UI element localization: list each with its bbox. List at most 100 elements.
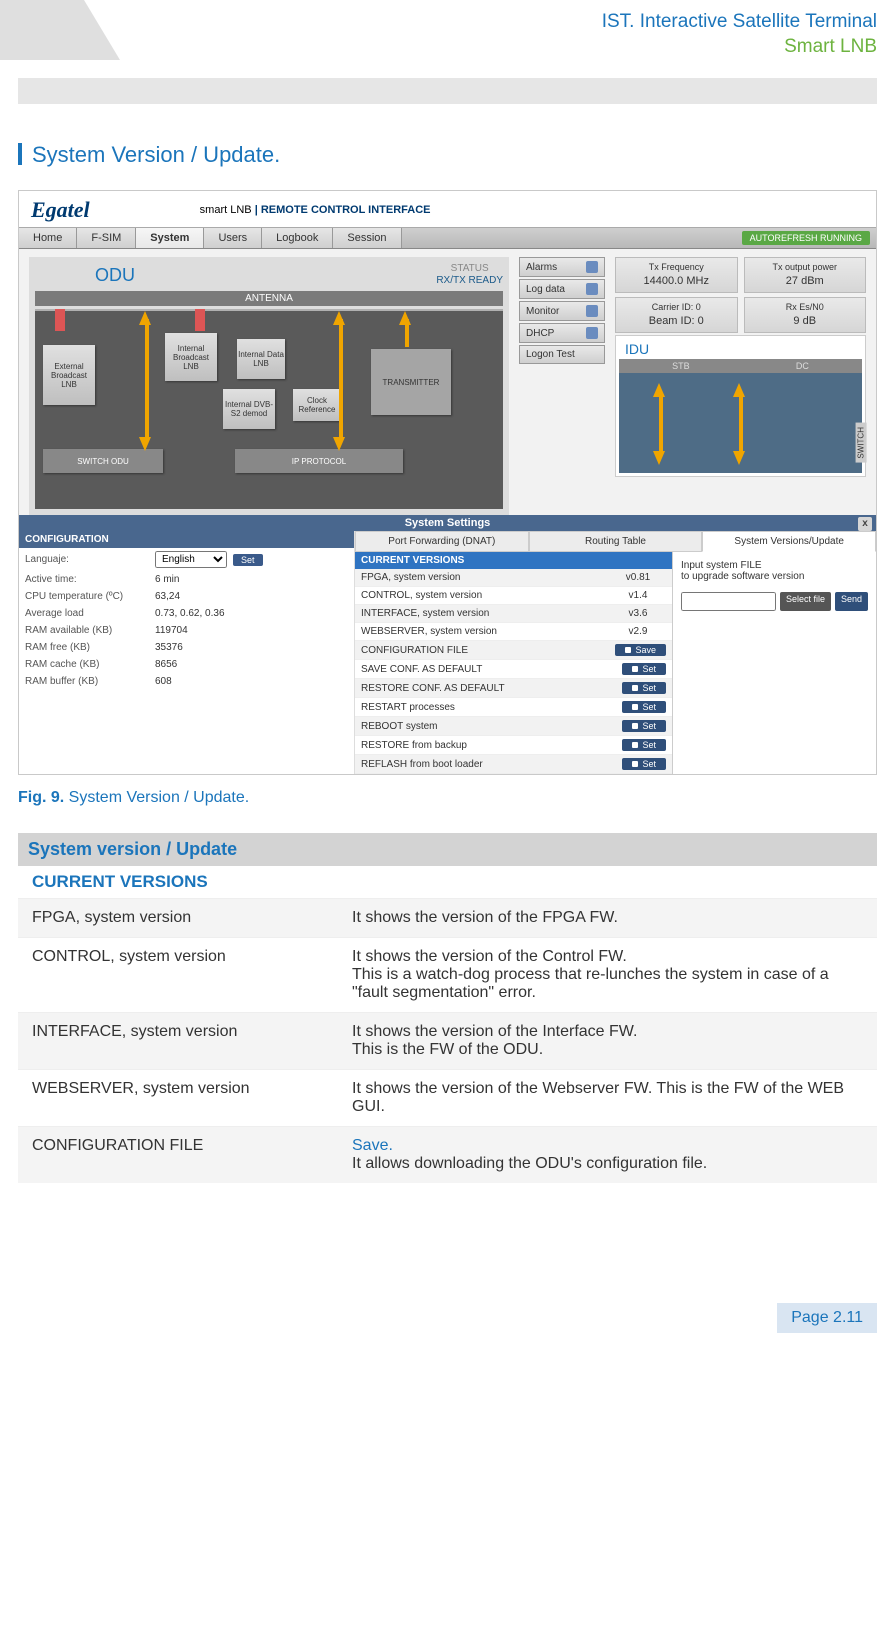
block-int-dvbs2: Internal DVB-S2 demod	[223, 389, 275, 429]
cv-key: INTERFACE, system version	[361, 608, 610, 619]
block-clock-ref: Clock Reference	[293, 389, 341, 421]
cv-value: v2.9	[610, 626, 666, 637]
screenshot-figure: Egatel smart LNB | REMOTE CONTROL INTERF…	[18, 190, 877, 775]
cv-key: SAVE CONF. AS DEFAULT	[361, 664, 622, 675]
tab-fsim[interactable]: F-SIM	[77, 228, 136, 248]
header-slash-graphic	[0, 0, 120, 60]
main-tabs: Home F-SIM System Users Logbook Session …	[19, 227, 876, 249]
def-value: It shows the version of the Control FW.T…	[338, 938, 877, 1013]
upload-line2: to upgrade software version	[681, 571, 868, 582]
subtab-routing-table[interactable]: Routing Table	[529, 531, 703, 552]
brand-sub-a: smart LNB	[200, 204, 252, 216]
brand-logo: Egatel	[31, 197, 90, 223]
btn-monitor[interactable]: Monitor	[519, 301, 605, 321]
status-value: RX/TX READY	[436, 275, 503, 287]
cfg-ram-free-value: 35376	[155, 642, 183, 653]
tab-system[interactable]: System	[136, 228, 204, 248]
btn-dhcp[interactable]: DHCP	[519, 323, 605, 343]
block-ext-lnb: External Broadcast LNB	[43, 345, 95, 405]
subtab-versions-update[interactable]: System Versions/Update	[702, 531, 876, 552]
figure-caption: Fig. 9. System Version / Update.	[18, 789, 877, 807]
cv-action-button[interactable]: Save	[615, 644, 666, 656]
btn-alarms[interactable]: Alarms	[519, 257, 605, 277]
deftable-header2: CURRENT VERSIONS	[18, 866, 877, 899]
header-rule	[18, 78, 877, 104]
def-value: It shows the version of the Interface FW…	[338, 1013, 877, 1070]
rx-rf-chip	[55, 309, 65, 331]
block-int-bcast-lnb: Internal Broadcast LNB	[165, 333, 217, 381]
tab-logbook[interactable]: Logbook	[262, 228, 333, 248]
cv-key: RESTORE from backup	[361, 740, 622, 751]
block-ip-protocol: IP PROTOCOL	[235, 449, 403, 473]
cv-action-button[interactable]: Set	[622, 701, 666, 713]
language-set-button[interactable]: Set	[233, 554, 263, 566]
stat-carrier-beam: Carrier ID: 0Beam ID: 0	[615, 297, 738, 333]
brand-sub-b: | REMOTE CONTROL INTERFACE	[252, 204, 431, 216]
cfg-cpu-temp-value: 63,24	[155, 591, 180, 602]
cv-action-button[interactable]: Set	[622, 663, 666, 675]
alarms-icon	[586, 261, 598, 273]
cv-key: RESTART processes	[361, 702, 622, 713]
cv-key: REBOOT system	[361, 721, 622, 732]
cv-action-button[interactable]: Set	[622, 758, 666, 770]
cfg-cpu-temp-label: CPU temperature (ºC)	[25, 591, 155, 602]
language-select[interactable]: English	[155, 551, 227, 568]
cfg-active-time-value: 6 min	[155, 574, 179, 585]
deftable-header1: System version / Update	[18, 833, 877, 866]
idu-panel: IDU STBDC SWITCH	[615, 335, 866, 477]
cv-action-button[interactable]: Set	[622, 720, 666, 732]
cfg-active-time-label: Active time:	[25, 574, 155, 585]
stat-tx-power: Tx output power27 dBm	[744, 257, 867, 293]
odu-title: ODU	[95, 265, 135, 286]
tab-home[interactable]: Home	[19, 228, 77, 248]
system-settings-header: System Settings x	[19, 515, 876, 531]
select-file-button[interactable]: Select file	[780, 592, 831, 611]
antenna-bar: ANTENNA	[35, 291, 503, 306]
idu-col-stb: STB	[672, 361, 690, 371]
status-label: STATUS	[436, 263, 503, 275]
cv-value: v1.4	[610, 590, 666, 601]
cfg-ram-avail-value: 119704	[155, 625, 188, 636]
stat-tx-freq: Tx Frequency14400.0 MHz	[615, 257, 738, 293]
header-line-1: IST. Interactive Satellite Terminal	[602, 10, 877, 35]
cv-value: v0.81	[610, 572, 666, 583]
current-versions-header: CURRENT VERSIONS	[355, 552, 672, 569]
def-key: INTERFACE, system version	[18, 1013, 338, 1070]
odu-panel: ODU STATUS RX/TX READY ANTENNA External …	[29, 257, 509, 515]
doc-header: IST. Interactive Satellite Terminal Smar…	[18, 0, 877, 70]
btn-logontest[interactable]: Logon Test	[519, 345, 605, 364]
subtab-port-forwarding[interactable]: Port Forwarding (DNAT)	[355, 531, 529, 552]
send-button[interactable]: Send	[835, 592, 868, 611]
section-title: System Version / Update.	[18, 142, 877, 168]
cv-action-button[interactable]: Set	[622, 739, 666, 751]
block-int-data-lnb: Internal Data LNB	[237, 339, 285, 379]
cv-key: REFLASH from boot loader	[361, 759, 622, 770]
cfg-ram-free-label: RAM free (KB)	[25, 642, 155, 653]
upload-line1: Input system FILE	[681, 560, 868, 571]
btn-logdata[interactable]: Log data	[519, 279, 605, 299]
upload-file-input[interactable]	[681, 592, 776, 611]
close-icon[interactable]: x	[858, 517, 872, 531]
tab-users[interactable]: Users	[204, 228, 262, 248]
cfg-ram-buffer-value: 608	[155, 676, 172, 687]
cv-key: RESTORE CONF. AS DEFAULT	[361, 683, 622, 694]
autorefresh-badge: AUTOREFRESH RUNNING	[742, 231, 870, 245]
cv-key: WEBSERVER, system version	[361, 626, 610, 637]
stat-rx-esn0: Rx Es/N09 dB	[744, 297, 867, 333]
cfg-ram-cache-value: 8656	[155, 659, 177, 670]
logdata-icon	[586, 283, 598, 295]
cfg-language-label: Languaje:	[25, 554, 155, 565]
cfg-avg-load-label: Average load	[25, 608, 155, 619]
cv-action-button[interactable]: Set	[622, 682, 666, 694]
idu-col-dc: DC	[796, 361, 809, 371]
page-number: Page 2.11	[777, 1303, 877, 1333]
cfg-avg-load-value: 0.73, 0.62, 0.36	[155, 608, 225, 619]
def-key: CONTROL, system version	[18, 938, 338, 1013]
idu-switch-label: SWITCH	[856, 423, 867, 463]
cfg-ram-avail-label: RAM available (KB)	[25, 625, 155, 636]
def-key: WEBSERVER, system version	[18, 1070, 338, 1127]
definitions-table: System version / Update CURRENT VERSIONS…	[18, 833, 877, 1183]
tab-session[interactable]: Session	[333, 228, 401, 248]
cfg-ram-buffer-label: RAM buffer (KB)	[25, 676, 155, 687]
cv-key: CONTROL, system version	[361, 590, 610, 601]
